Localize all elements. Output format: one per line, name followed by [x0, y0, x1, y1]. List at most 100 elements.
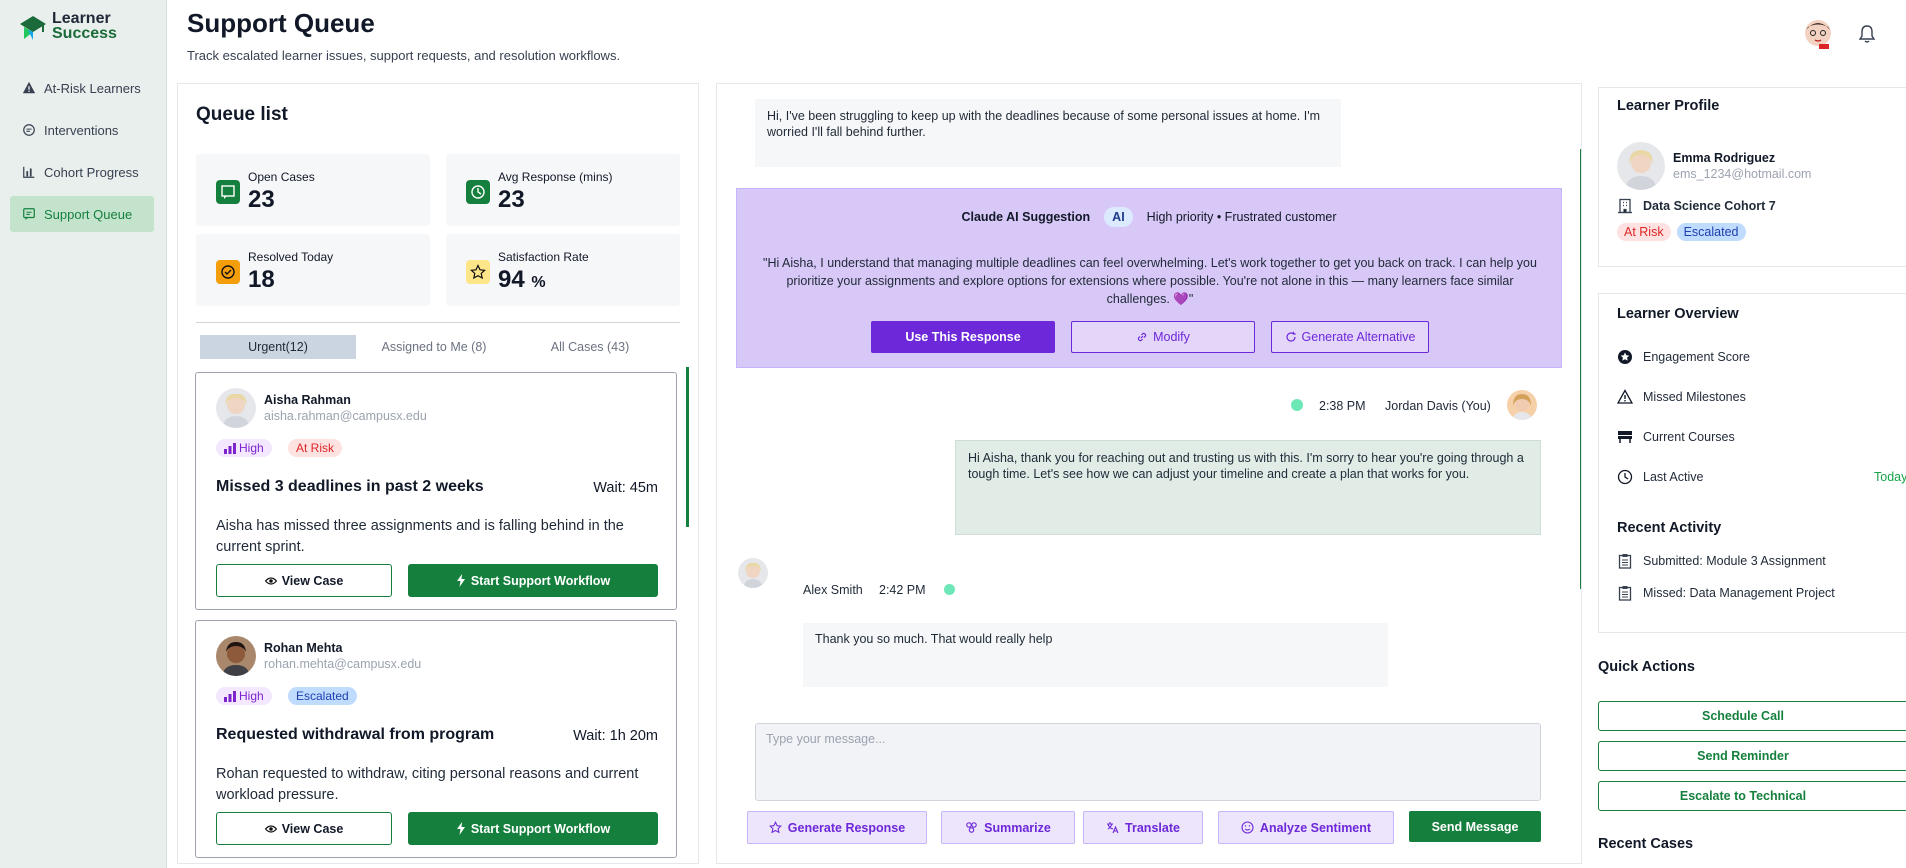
sparkle-icon [966, 822, 977, 833]
sidebar-item-cohort-progress[interactable]: Cohort Progress [10, 154, 154, 190]
stat-label: Resolved Today [248, 250, 334, 264]
stat-avg-response: Avg Response (mins) 23 [446, 154, 680, 226]
profile-email: ems_1234@hotmail.com [1673, 167, 1812, 181]
ai-badge: AI [1104, 207, 1133, 227]
warning-icon [22, 81, 36, 94]
ai-priority-tag: High priority • Frustrated customer [1146, 210, 1337, 224]
sidebar-item-at-risk-learners[interactable]: At-Risk Learners [10, 70, 154, 106]
queue-title: Queue list [196, 104, 288, 125]
view-case-button[interactable]: View Case [216, 812, 392, 845]
use-this-response-button[interactable]: Use This Response [871, 321, 1055, 353]
online-status-dot [1291, 399, 1303, 411]
message-input[interactable]: Type your message... [755, 723, 1541, 801]
badge-star-icon [1618, 350, 1632, 364]
outgoing-message: Hi Aisha, thank you for reaching out and… [955, 440, 1541, 535]
signal-icon [224, 442, 236, 454]
translate-icon [1107, 822, 1119, 834]
priority-badge: High [216, 439, 272, 457]
avatar [216, 636, 256, 676]
recent-activity-title: Recent Activity [1617, 520, 1722, 536]
smile-icon [1241, 821, 1254, 834]
check-circle-icon [216, 260, 240, 284]
clipboard-icon [1618, 554, 1632, 569]
view-case-button[interactable]: View Case [216, 564, 392, 597]
learner-email: rohan.mehta@campusx.edu [264, 657, 422, 671]
last-active-value: Today [1874, 470, 1906, 484]
stat-label: Avg Response (mins) [498, 170, 613, 184]
page-subtitle: Track escalated learner issues, support … [187, 48, 621, 63]
profile-title: Learner Profile [1617, 98, 1720, 114]
profile-cohort: Data Science Cohort 7 [1617, 198, 1776, 214]
stat-label: Open Cases [248, 170, 315, 184]
app-logo[interactable]: Learner Success [18, 10, 117, 42]
lightning-icon [456, 822, 465, 835]
send-reminder-button[interactable]: Send Reminder [1598, 741, 1906, 771]
learner-email: aisha.rahman@campusx.edu [264, 409, 427, 423]
generate-response-button[interactable]: Generate Response [747, 811, 927, 844]
analyze-sentiment-button[interactable]: Analyze Sentiment [1218, 811, 1394, 844]
learner-profile-panel: Learner Profile Emma Rodriguez ems_1234@… [1598, 87, 1906, 267]
bell-icon[interactable] [1858, 24, 1876, 44]
translate-button[interactable]: Translate [1083, 811, 1203, 844]
stat-value: 94 % [498, 266, 546, 293]
incoming-message: Thank you so much. That would really hel… [803, 623, 1388, 687]
case-title: Missed 3 deadlines in past 2 weeks [216, 478, 484, 495]
sidebar: Learner Success At-Risk Learners Interve… [0, 0, 167, 868]
avatar [216, 388, 256, 428]
message-time: 2:38 PM [1319, 399, 1366, 413]
user-avatar[interactable] [1803, 18, 1833, 50]
generate-alternative-button[interactable]: Generate Alternative [1271, 321, 1429, 353]
overview-title: Learner Overview [1617, 306, 1739, 322]
message-author: Alex Smith [803, 583, 863, 597]
chat-square-icon [216, 180, 240, 204]
start-support-workflow-button[interactable]: Start Support Workflow [408, 812, 658, 845]
avatar [1617, 142, 1665, 190]
chat-bubble-icon [23, 124, 35, 136]
escalate-to-technical-button[interactable]: Escalate to Technical [1598, 781, 1906, 811]
stat-value: 18 [248, 266, 275, 293]
wait-time: Wait: 45m [593, 480, 658, 496]
quick-actions-title: Quick Actions [1598, 659, 1695, 675]
graduation-cap-icon [20, 16, 46, 40]
stat-open-cases: Open Cases 23 [196, 154, 430, 226]
queue-panel: Queue list Open Cases 23 Avg Response (m… [177, 83, 699, 864]
schedule-call-button[interactable]: Schedule Call [1598, 701, 1906, 731]
star-icon [466, 260, 490, 284]
lightning-icon [456, 574, 465, 587]
queue-tabs: Urgent(12) Assigned to Me (8) All Cases … [200, 335, 670, 359]
ai-suggestion-text: "Hi Aisha, I understand that managing mu… [763, 256, 1537, 306]
learner-overview-panel: Learner Overview Engagement Score Missed… [1598, 293, 1906, 633]
stat-satisfaction-rate: Satisfaction Rate 94 % [446, 234, 680, 306]
learner-name: Aisha Rahman [264, 393, 351, 407]
sidebar-item-interventions[interactable]: Interventions [10, 112, 154, 148]
signal-icon [224, 690, 236, 702]
case-card[interactable]: Aisha Rahman aisha.rahman@campusx.edu Hi… [195, 372, 677, 610]
modify-button[interactable]: Modify [1071, 321, 1255, 353]
case-card[interactable]: Rohan Mehta rohan.mehta@campusx.edu High… [195, 620, 677, 858]
avatar [1507, 390, 1537, 420]
sidebar-item-label: Interventions [44, 122, 119, 138]
page-title: Support Queue [187, 8, 375, 38]
stat-value: 23 [248, 186, 275, 213]
online-status-dot [944, 584, 955, 595]
eye-icon [264, 824, 277, 833]
send-message-button[interactable]: Send Message [1409, 811, 1541, 842]
sidebar-item-support-queue[interactable]: Support Queue [10, 196, 154, 232]
learner-name: Rohan Mehta [264, 641, 343, 655]
star-icon [768, 821, 782, 834]
profile-name: Emma Rodriguez [1673, 151, 1776, 165]
recent-activity-item: Missed: Data Management Project [1617, 585, 1835, 601]
eye-icon [264, 576, 277, 585]
chat-panel: Hi, I've been struggling to keep up with… [716, 83, 1582, 864]
tab-assigned-to-me[interactable]: Assigned to Me (8) [356, 335, 512, 359]
scrollbar[interactable] [686, 367, 689, 527]
overview-item-engagement: Engagement Score [1617, 349, 1750, 365]
building-icon [1618, 198, 1632, 214]
tab-urgent[interactable]: Urgent(12) [200, 335, 356, 359]
clipboard-icon [1618, 586, 1632, 601]
sidebar-item-label: Cohort Progress [44, 164, 139, 180]
tab-all-cases[interactable]: All Cases (43) [512, 335, 668, 359]
scrollbar[interactable] [1580, 149, 1581, 589]
start-support-workflow-button[interactable]: Start Support Workflow [408, 564, 658, 597]
summarize-button[interactable]: Summarize [941, 811, 1075, 844]
